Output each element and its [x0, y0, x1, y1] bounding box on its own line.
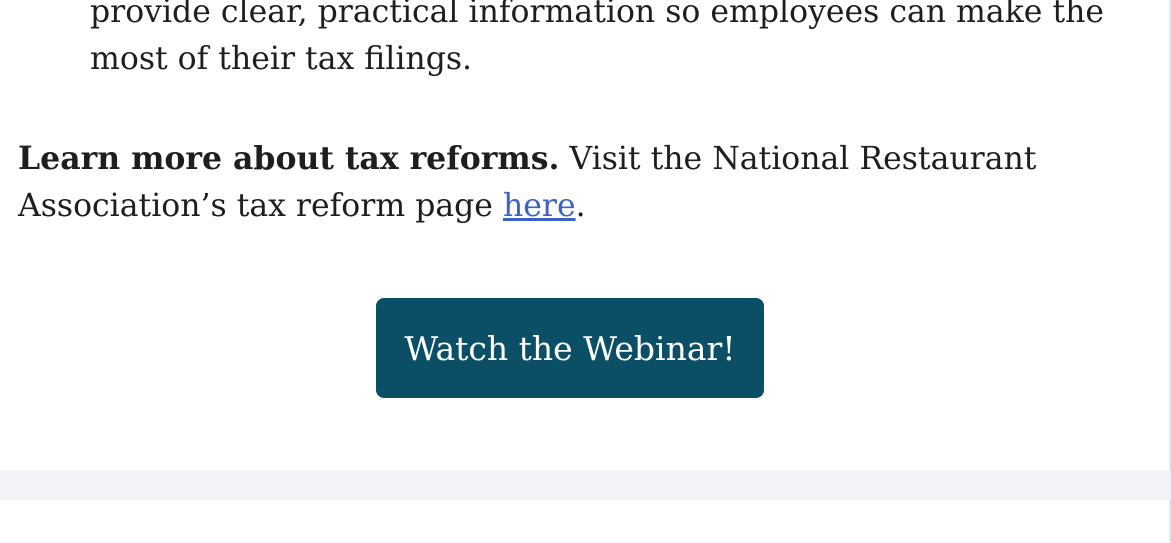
learn-more-trailing-period: . [575, 188, 586, 224]
tax-reform-page-link[interactable]: here [503, 188, 576, 224]
learn-more-paragraph: Learn more about tax reforms. Visit the … [18, 135, 1128, 230]
learn-more-bold-lead: Learn more about tax reforms. [18, 140, 560, 177]
email-content-card: provide clear, practical information so … [0, 0, 1171, 470]
section-divider-band [0, 470, 1171, 500]
next-content-card [0, 500, 1171, 543]
watch-webinar-button[interactable]: Watch the Webinar! [376, 298, 764, 398]
list-item-continuation-text: provide clear, practical information so … [90, 0, 1105, 77]
